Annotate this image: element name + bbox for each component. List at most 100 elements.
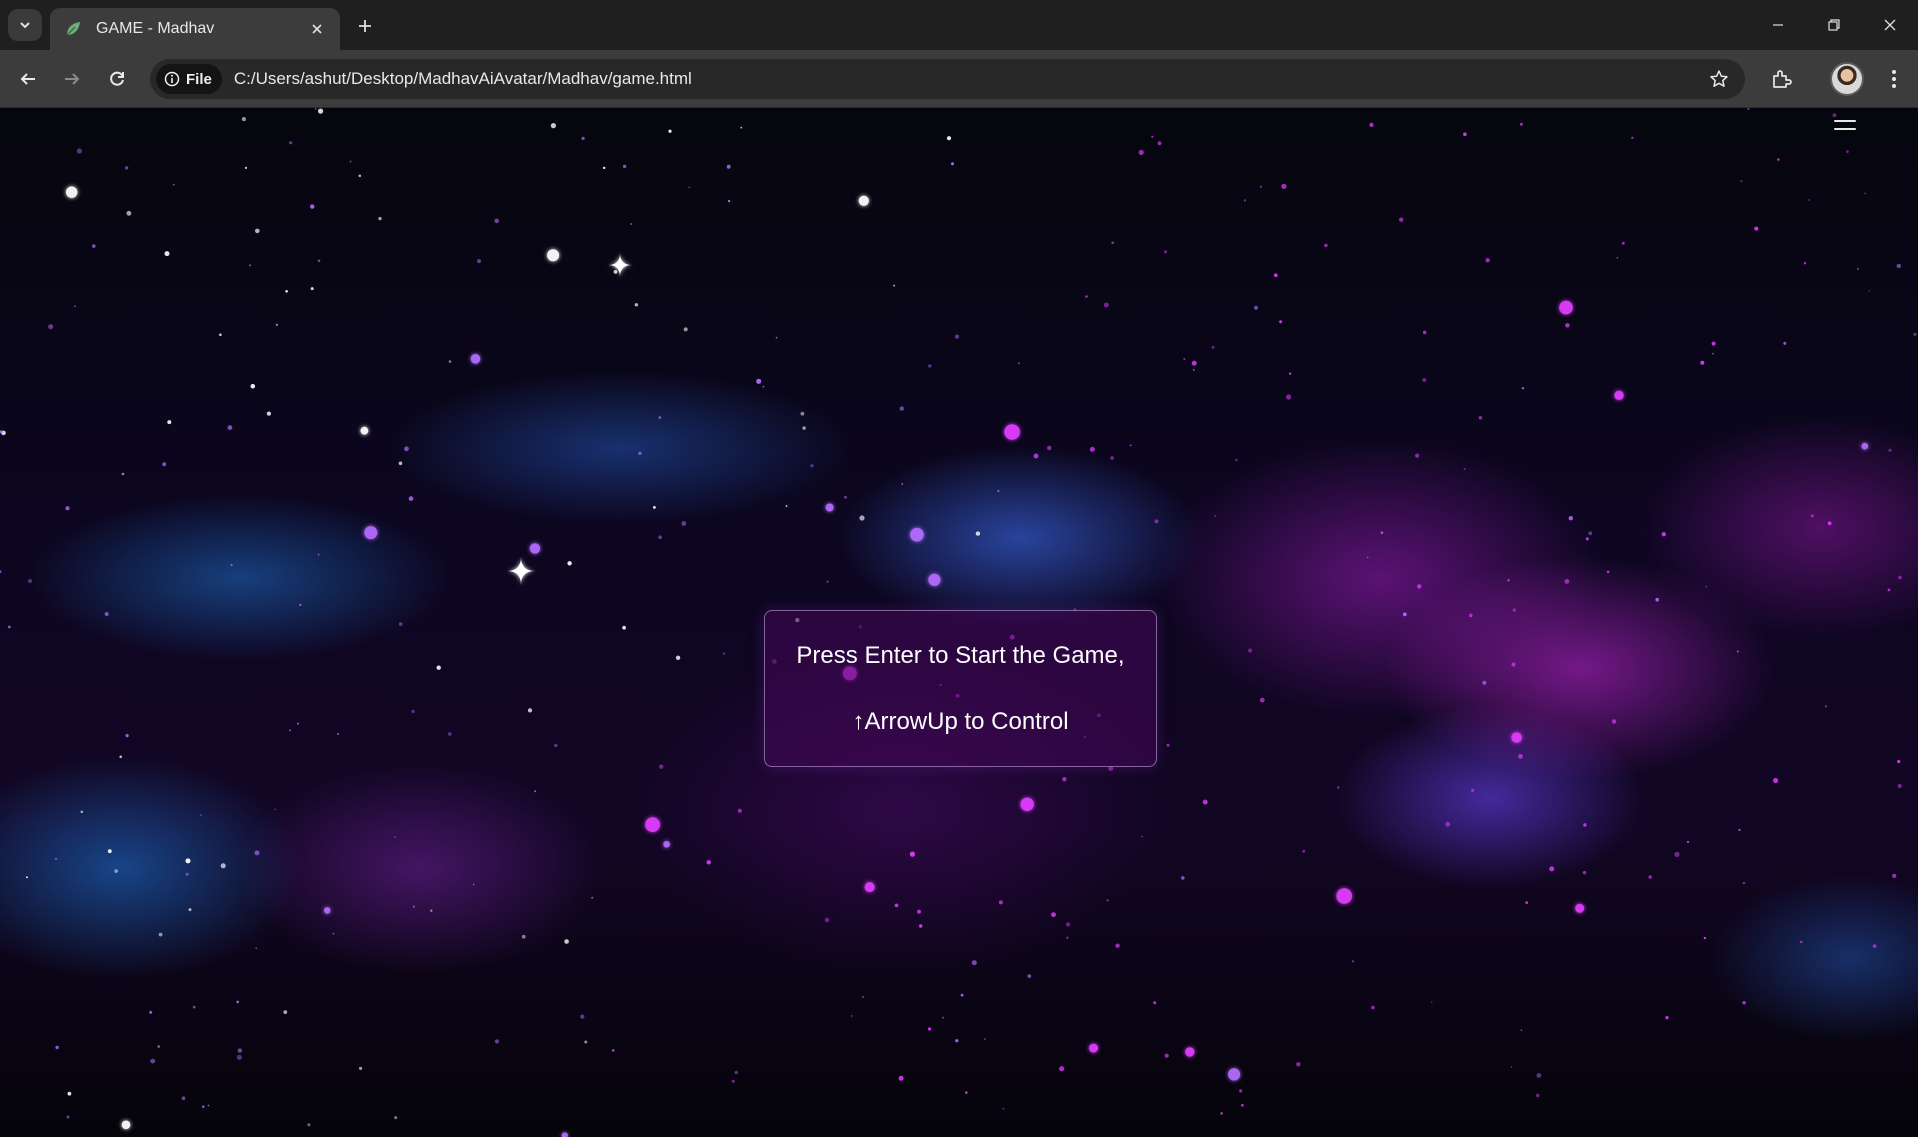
star [158, 932, 163, 937]
star [1281, 183, 1287, 189]
star [283, 1010, 288, 1014]
star [1220, 1112, 1223, 1115]
star [74, 305, 76, 308]
star [864, 882, 875, 893]
star [470, 354, 481, 364]
star [554, 743, 558, 748]
star [1511, 662, 1516, 667]
address-bar[interactable]: File C:/Users/ashut/Desktop/MadhavAiAvat… [150, 59, 1745, 99]
reload-icon [110, 71, 124, 86]
star [404, 446, 409, 452]
star [737, 808, 742, 813]
arrow-left-icon [20, 73, 35, 85]
star [1239, 1089, 1243, 1093]
star [66, 186, 78, 198]
star [941, 1016, 945, 1019]
star [561, 1132, 568, 1137]
close-window-button[interactable] [1862, 6, 1918, 44]
star [274, 808, 276, 811]
info-icon [164, 71, 180, 87]
star [1611, 719, 1617, 724]
star [254, 850, 260, 856]
star [1422, 378, 1427, 382]
star [359, 1066, 363, 1070]
url-text[interactable]: C:/Users/ashut/Desktop/MadhavAiAvatar/Ma… [234, 69, 692, 89]
tab-active[interactable]: GAME - Madhav [50, 8, 340, 50]
star [1469, 613, 1473, 618]
site-info-chip[interactable]: File [156, 64, 222, 94]
star [1536, 1073, 1542, 1078]
star [1183, 358, 1186, 360]
star [412, 905, 415, 908]
restore-icon [1828, 19, 1840, 31]
star [1089, 446, 1095, 452]
star [917, 909, 921, 914]
star [613, 270, 618, 274]
star [844, 495, 847, 499]
star [740, 126, 743, 129]
star [1861, 442, 1869, 450]
back-button[interactable] [12, 63, 44, 95]
star [324, 907, 331, 914]
new-tab-button[interactable] [352, 13, 378, 39]
star [997, 489, 1000, 493]
star [317, 553, 320, 556]
star [800, 411, 805, 416]
star [1235, 458, 1238, 462]
star [1018, 362, 1020, 365]
star [591, 896, 594, 899]
star [927, 1027, 932, 1031]
star [645, 817, 660, 832]
forward-button[interactable] [56, 63, 88, 95]
hamburger-menu-icon[interactable] [1834, 118, 1858, 136]
star [901, 483, 904, 485]
profile-avatar[interactable] [1830, 62, 1864, 96]
restore-button[interactable] [1806, 6, 1862, 44]
star [858, 195, 869, 206]
star [1154, 519, 1159, 524]
star [1164, 1053, 1169, 1058]
star [675, 655, 681, 660]
star [826, 580, 829, 583]
close-icon[interactable] [306, 18, 328, 40]
star [448, 732, 452, 736]
tab-search-button[interactable] [8, 9, 42, 41]
star [408, 496, 414, 501]
star [1286, 394, 1292, 400]
star [1747, 108, 1750, 111]
star [126, 210, 132, 216]
star [230, 564, 233, 567]
star [236, 1000, 239, 1004]
sparkle-star [507, 557, 535, 585]
star [1565, 323, 1570, 328]
star [1898, 575, 1902, 580]
minimize-button[interactable] [1750, 6, 1806, 44]
more-options-icon[interactable] [1878, 63, 1910, 95]
star [1243, 199, 1246, 202]
star [1153, 1001, 1157, 1005]
star [494, 218, 500, 224]
reload-button[interactable] [101, 63, 133, 95]
star [1027, 974, 1032, 978]
star [1520, 1029, 1523, 1031]
star [297, 722, 299, 725]
star [349, 160, 352, 163]
star [731, 1079, 735, 1083]
star [289, 729, 291, 732]
star [124, 166, 129, 170]
star [1512, 608, 1517, 612]
star [1621, 241, 1625, 245]
star [1754, 226, 1759, 231]
star [80, 810, 84, 814]
star [220, 863, 226, 869]
star [1892, 873, 1897, 879]
star [1471, 788, 1475, 793]
bookmark-star-icon[interactable] [1707, 67, 1731, 91]
star [1897, 760, 1901, 764]
star [25, 876, 28, 879]
extensions-icon[interactable] [1765, 63, 1797, 95]
star [521, 934, 526, 939]
sparkle-star [608, 253, 632, 277]
star [241, 117, 246, 122]
star [67, 1091, 72, 1096]
